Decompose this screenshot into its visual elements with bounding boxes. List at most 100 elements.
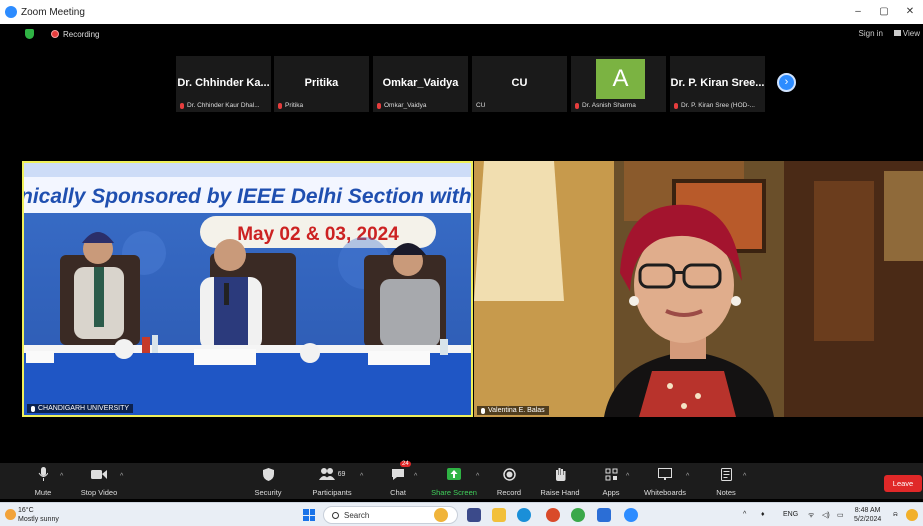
participant-tile[interactable]: Dr. P. Kiran Sree... Dr. P. Kiran Sree (… (670, 56, 765, 112)
window-controls: – ▢ ✕ (845, 0, 923, 24)
copilot-icon[interactable] (434, 508, 448, 522)
share-screen-icon (447, 468, 461, 480)
tray-app-icon[interactable]: ♦ (761, 511, 765, 518)
participant-tile[interactable]: Dr. Chhinder Ka... Dr. Chhinder Kaur Dha… (176, 56, 271, 112)
participant-subname: Omkar_Vaidya (384, 102, 427, 109)
speaker-name-text: Valentina E. Balas (488, 407, 545, 414)
mic-icon (31, 405, 35, 412)
notes-button[interactable]: Notes (713, 466, 739, 497)
windows-start-icon[interactable] (303, 509, 315, 521)
system-clock[interactable]: 8:48 AM 5/2/2024 (854, 506, 881, 524)
zoom-meeting-window: Zoom Meeting – ▢ ✕ Recording Sign in Vie… (0, 0, 923, 526)
participants-button[interactable]: 69 Participants (309, 466, 355, 497)
apps-button[interactable]: Apps (599, 466, 623, 497)
chevron-right-icon: › (784, 76, 789, 88)
participant-name: Omkar_Vaidya (382, 77, 459, 89)
file-explorer-icon[interactable] (492, 508, 506, 522)
notes-options-caret-icon[interactable]: ^ (743, 473, 746, 480)
maximize-button[interactable]: ▢ (871, 0, 897, 24)
participant-name: Dr. P. Kiran Sree... (670, 77, 765, 89)
mute-options-caret-icon[interactable]: ^ (60, 473, 63, 480)
record-button[interactable]: Record (494, 466, 524, 497)
sign-in-link[interactable]: Sign in (859, 29, 883, 38)
chat-label: Chat (390, 488, 406, 497)
chat-bubble-icon (392, 469, 404, 480)
language-indicator[interactable]: ENG (783, 511, 798, 518)
participant-subname: Dr. Asnish Sharma (582, 102, 636, 109)
stop-video-button[interactable]: Stop Video (76, 466, 122, 497)
search-placeholder: Search (344, 510, 370, 520)
mute-button[interactable]: Mute (30, 466, 56, 497)
task-view-icon[interactable] (467, 508, 481, 522)
mute-label: Mute (34, 488, 52, 497)
participant-label: CU (476, 102, 485, 109)
edge-browser-icon[interactable] (517, 508, 531, 522)
chat-button[interactable]: 24 Chat (386, 461, 411, 497)
video-speaker-valentina[interactable]: Valentina E. Balas (474, 161, 923, 417)
wifi-icon[interactable]: ᯤ (808, 511, 814, 520)
clock-date: 5/2/2024 (854, 516, 882, 523)
participant-subname: Pritika (285, 102, 304, 109)
notifications-bell-icon[interactable]: ⍾ (893, 511, 898, 519)
battery-icon[interactable]: ▭ (837, 511, 844, 519)
security-button[interactable]: Security (251, 466, 285, 497)
video-options-caret-icon[interactable]: ^ (120, 473, 123, 480)
leave-button[interactable]: Leave (884, 475, 922, 492)
share-screen-button[interactable]: Share Screen (430, 466, 478, 497)
security-label: Security (254, 488, 282, 497)
meeting-toolbar: Mute ^ Stop Video ^ Security 69 Particip… (0, 461, 923, 499)
participant-tile[interactable]: CU CU (472, 56, 567, 112)
share-options-caret-icon[interactable]: ^ (476, 473, 479, 480)
recording-label[interactable]: Recording (63, 30, 99, 39)
stage-video-feed: nically Sponsored by IEEE Delhi Section … (24, 163, 471, 415)
video-stage-chandigarh[interactable]: nically Sponsored by IEEE Delhi Section … (22, 161, 473, 417)
search-icon (332, 511, 339, 519)
participants-options-caret-icon[interactable]: ^ (360, 473, 363, 480)
participants-count: 69 (337, 470, 346, 478)
volume-icon[interactable]: ◁) (822, 511, 830, 519)
participant-label: Dr. Asnish Sharma (575, 102, 636, 109)
view-button[interactable]: View (893, 29, 920, 38)
weather-sun-icon[interactable] (5, 509, 16, 520)
whiteboards-options-caret-icon[interactable]: ^ (686, 473, 689, 480)
muted-mic-icon (377, 102, 381, 109)
video-camera-icon (91, 469, 107, 479)
next-page-button[interactable]: › (777, 73, 796, 92)
minimize-button[interactable]: – (845, 0, 871, 24)
shield-icon[interactable] (25, 29, 34, 39)
chat-options-caret-icon[interactable]: ^ (414, 473, 417, 480)
weather-temp: 16°C (18, 507, 34, 514)
apps-label: Apps (602, 488, 620, 497)
whiteboards-button[interactable]: Whiteboards (642, 466, 688, 497)
stop-video-label: Stop Video (80, 488, 118, 497)
apps-icon (605, 468, 617, 480)
participant-tile[interactable]: A Dr. Asnish Sharma (571, 56, 666, 112)
whiteboard-icon (658, 468, 672, 480)
window-title: Zoom Meeting (21, 6, 85, 18)
grid-icon (893, 30, 901, 36)
word-icon[interactable] (597, 508, 611, 522)
participant-name: CU (511, 77, 528, 89)
close-button[interactable]: ✕ (897, 0, 923, 24)
zoom-app-icon[interactable] (624, 508, 638, 522)
weather-widget[interactable]: 16°C Mostly sunny (18, 506, 59, 524)
meeting-info-bar: Recording Sign in View (0, 24, 923, 44)
notes-icon (720, 467, 732, 481)
chrome-icon[interactable] (571, 508, 585, 522)
copilot-tray-icon[interactable] (906, 509, 918, 521)
participant-label: Omkar_Vaidya (377, 102, 427, 109)
raise-hand-button[interactable]: Raise Hand (539, 466, 581, 497)
participant-tile[interactable]: Pritika Pritika (274, 56, 369, 112)
zoom-logo-icon (5, 6, 17, 18)
firefox-icon[interactable] (546, 508, 560, 522)
record-icon (502, 467, 516, 481)
whiteboards-label: Whiteboards (643, 488, 687, 497)
muted-mic-icon (180, 102, 184, 109)
participant-label: Dr. Chhinder Kaur Dhal... (180, 102, 260, 109)
tray-overflow-icon[interactable]: ^ (743, 511, 746, 518)
participant-subname: Dr. P. Kiran Sree (HOD-... (681, 102, 755, 109)
record-label: Record (496, 488, 522, 497)
chat-unread-badge: 24 (400, 461, 411, 467)
apps-options-caret-icon[interactable]: ^ (626, 473, 629, 480)
participant-tile[interactable]: Omkar_Vaidya Omkar_Vaidya (373, 56, 468, 112)
